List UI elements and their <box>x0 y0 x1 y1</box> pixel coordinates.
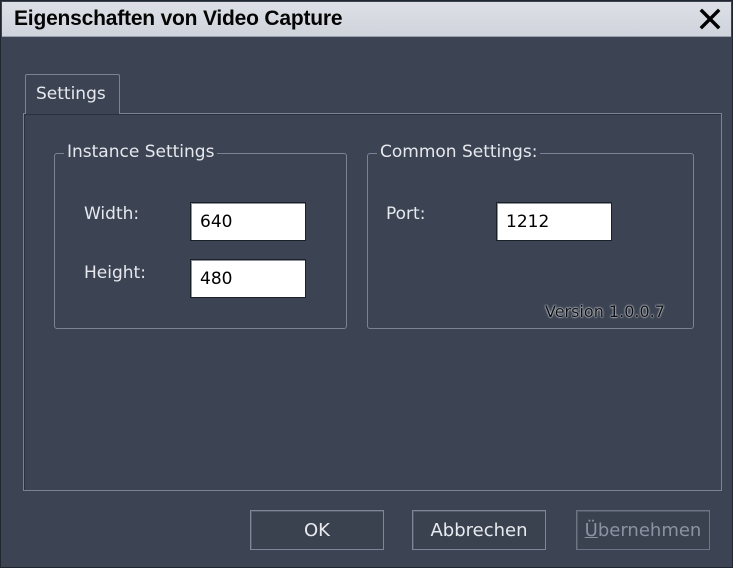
close-button[interactable] <box>695 5 725 33</box>
window-title: Eigenschaften von Video Capture <box>14 7 343 30</box>
instance-settings-group: Instance Settings <box>54 142 347 329</box>
tab-settings-label: Settings <box>36 84 106 104</box>
apply-button[interactable]: Übernehmen <box>576 510 710 550</box>
tab-settings[interactable]: Settings <box>25 74 120 114</box>
ok-button-label: OK <box>304 519 330 541</box>
cancel-button[interactable]: Abbrechen <box>412 510 546 550</box>
width-label: Width: <box>84 204 140 224</box>
apply-rest: bernehmen <box>597 519 702 541</box>
common-settings-title: Common Settings: <box>377 142 541 162</box>
port-field[interactable]: 1212 <box>496 202 612 241</box>
height-field[interactable]: 480 <box>190 259 306 298</box>
apply-mnemonic: Ü <box>584 519 598 541</box>
properties-dialog: Eigenschaften von Video Capture Settings… <box>0 0 733 568</box>
close-icon <box>699 8 721 30</box>
version-text: Version 1.0.0.7 <box>545 302 665 321</box>
cancel-button-label: Abbrechen <box>430 519 528 541</box>
apply-button-label: Übernehmen <box>585 520 702 541</box>
height-label: Height: <box>84 263 146 283</box>
width-field[interactable]: 640 <box>190 202 306 241</box>
instance-settings-title: Instance Settings <box>64 142 218 162</box>
ok-button[interactable]: OK <box>250 510 384 550</box>
port-label: Port: <box>386 204 426 224</box>
title-bar[interactable]: Eigenschaften von Video Capture <box>2 2 731 37</box>
